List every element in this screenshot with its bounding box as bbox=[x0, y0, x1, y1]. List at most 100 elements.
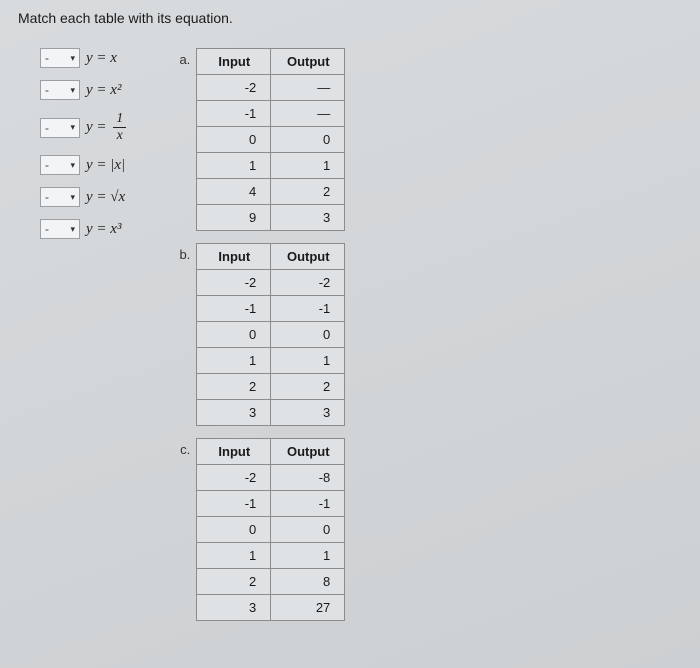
header-output: Output bbox=[271, 439, 345, 465]
fraction-num: 1 bbox=[113, 112, 126, 128]
cell-in: 4 bbox=[197, 179, 271, 205]
cell-in: -2 bbox=[197, 465, 271, 491]
select-eq-6[interactable]: - ▾ bbox=[40, 219, 80, 239]
select-eq-5[interactable]: - ▾ bbox=[40, 187, 80, 207]
cell-out: 3 bbox=[271, 205, 345, 231]
cell-out: 1 bbox=[271, 348, 345, 374]
cell-in: 9 bbox=[197, 205, 271, 231]
tables-column: a. Input Output -2— -1— 00 11 42 93 b. bbox=[176, 48, 345, 633]
fraction-den: x bbox=[114, 128, 126, 143]
table-b: Input Output -2-2 -1-1 00 11 22 33 bbox=[196, 243, 345, 426]
table-row: -1— bbox=[197, 101, 345, 127]
cell-out: 8 bbox=[271, 569, 345, 595]
cell-out: 27 bbox=[271, 595, 345, 621]
cell-in: 2 bbox=[197, 374, 271, 400]
equation-list: - ▾ y = x - ▾ y = x² - ▾ y = bbox=[40, 48, 126, 251]
equation-label: y = √x bbox=[86, 189, 125, 206]
select-eq-4[interactable]: - ▾ bbox=[40, 155, 80, 175]
cell-out: -2 bbox=[271, 270, 345, 296]
equation-label: y = 1 x bbox=[86, 112, 126, 143]
table-block-a: a. Input Output -2— -1— 00 11 42 93 bbox=[176, 48, 345, 231]
select-value: - bbox=[45, 222, 49, 236]
cell-in: 3 bbox=[197, 595, 271, 621]
table-a: Input Output -2— -1— 00 11 42 93 bbox=[196, 48, 345, 231]
cell-out: 2 bbox=[271, 374, 345, 400]
table-c: Input Output -2-8 -1-1 00 11 28 327 bbox=[196, 438, 345, 621]
table-row: -2— bbox=[197, 75, 345, 101]
cell-out: — bbox=[271, 101, 345, 127]
table-header-row: Input Output bbox=[197, 439, 345, 465]
select-eq-2[interactable]: - ▾ bbox=[40, 80, 80, 100]
cell-out: -1 bbox=[271, 491, 345, 517]
fraction-icon: 1 x bbox=[113, 112, 126, 143]
select-value: - bbox=[45, 190, 49, 204]
cell-in: 0 bbox=[197, 127, 271, 153]
cell-in: -2 bbox=[197, 270, 271, 296]
header-output: Output bbox=[271, 49, 345, 75]
table-label-c: c. bbox=[176, 438, 196, 457]
table-header-row: Input Output bbox=[197, 244, 345, 270]
table-label-b: b. bbox=[176, 243, 196, 262]
cell-out: — bbox=[271, 75, 345, 101]
table-row: 22 bbox=[197, 374, 345, 400]
table-row: 28 bbox=[197, 569, 345, 595]
table-row: 42 bbox=[197, 179, 345, 205]
equation-label: y = x bbox=[86, 50, 117, 67]
cell-in: 1 bbox=[197, 348, 271, 374]
table-row: 00 bbox=[197, 127, 345, 153]
cell-out: -1 bbox=[271, 296, 345, 322]
equation-label: y = x³ bbox=[86, 221, 121, 238]
chevron-down-icon: ▾ bbox=[70, 53, 75, 64]
cell-out: 3 bbox=[271, 400, 345, 426]
cell-in: 0 bbox=[197, 322, 271, 348]
select-value: - bbox=[45, 121, 49, 135]
cell-in: 3 bbox=[197, 400, 271, 426]
select-value: - bbox=[45, 51, 49, 65]
table-row: 93 bbox=[197, 205, 345, 231]
cell-out: 0 bbox=[271, 517, 345, 543]
select-eq-1[interactable]: - ▾ bbox=[40, 48, 80, 68]
cell-out: 1 bbox=[271, 543, 345, 569]
table-row: -2-2 bbox=[197, 270, 345, 296]
table-row: 11 bbox=[197, 348, 345, 374]
table-block-b: b. Input Output -2-2 -1-1 00 11 22 33 bbox=[176, 243, 345, 426]
select-value: - bbox=[45, 83, 49, 97]
table-header-row: Input Output bbox=[197, 49, 345, 75]
table-row: 33 bbox=[197, 400, 345, 426]
equation-row-2: - ▾ y = x² bbox=[40, 80, 126, 100]
table-row: 11 bbox=[197, 543, 345, 569]
table-row: 00 bbox=[197, 322, 345, 348]
cell-out: 0 bbox=[271, 127, 345, 153]
chevron-down-icon: ▾ bbox=[70, 85, 75, 96]
cell-in: -2 bbox=[197, 75, 271, 101]
equation-label: y = |x| bbox=[86, 157, 125, 174]
equation-row-5: - ▾ y = √x bbox=[40, 187, 126, 207]
chevron-down-icon: ▾ bbox=[70, 122, 75, 133]
eq3-lhs: y = bbox=[86, 119, 110, 135]
chevron-down-icon: ▾ bbox=[70, 224, 75, 235]
equation-label: y = x² bbox=[86, 82, 121, 99]
cell-out: -8 bbox=[271, 465, 345, 491]
table-label-a: a. bbox=[176, 48, 196, 67]
table-row: 00 bbox=[197, 517, 345, 543]
header-input: Input bbox=[197, 439, 271, 465]
equation-row-1: - ▾ y = x bbox=[40, 48, 126, 68]
table-row: -1-1 bbox=[197, 296, 345, 322]
table-row: -1-1 bbox=[197, 491, 345, 517]
cell-out: 1 bbox=[271, 153, 345, 179]
table-row: 11 bbox=[197, 153, 345, 179]
cell-in: 1 bbox=[197, 153, 271, 179]
header-input: Input bbox=[197, 244, 271, 270]
cell-in: 0 bbox=[197, 517, 271, 543]
table-block-c: c. Input Output -2-8 -1-1 00 11 28 327 bbox=[176, 438, 345, 621]
header-input: Input bbox=[197, 49, 271, 75]
select-eq-3[interactable]: - ▾ bbox=[40, 118, 80, 138]
select-value: - bbox=[45, 158, 49, 172]
chevron-down-icon: ▾ bbox=[70, 160, 75, 171]
equation-row-6: - ▾ y = x³ bbox=[40, 219, 126, 239]
cell-in: -1 bbox=[197, 101, 271, 127]
table-row: -2-8 bbox=[197, 465, 345, 491]
header-output: Output bbox=[271, 244, 345, 270]
chevron-down-icon: ▾ bbox=[70, 192, 75, 203]
table-row: 327 bbox=[197, 595, 345, 621]
